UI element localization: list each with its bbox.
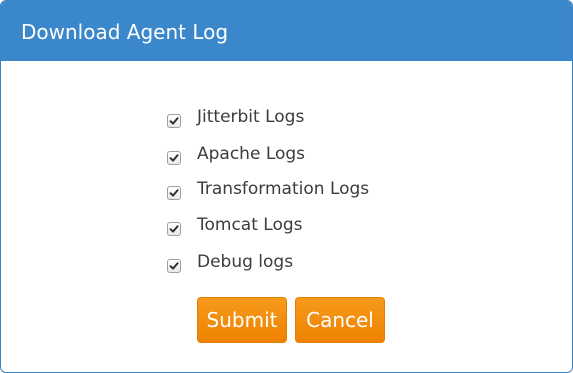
option-tomcat-logs[interactable]: Tomcat Logs [167, 211, 303, 239]
checkmark-icon [169, 117, 179, 125]
option-label: Tomcat Logs [197, 215, 303, 235]
checkmark-icon [169, 225, 179, 233]
option-label: Jitterbit Logs [197, 107, 305, 127]
option-label: Debug logs [197, 252, 294, 272]
option-debug-logs[interactable]: Debug logs [167, 248, 293, 276]
checkmark-icon [169, 262, 179, 270]
option-jitterbit-logs[interactable]: Jitterbit Logs [167, 103, 304, 131]
jitterbit-logs-checkbox[interactable] [167, 114, 181, 128]
debug-logs-checkbox[interactable] [167, 259, 181, 273]
transformation-logs-checkbox[interactable] [167, 186, 181, 200]
option-label: Transformation Logs [197, 179, 370, 199]
download-agent-log-dialog: Download Agent Log Jitterbit Logs Apache… [0, 0, 573, 373]
cancel-button[interactable]: Cancel [295, 297, 385, 343]
option-transformation-logs[interactable]: Transformation Logs [167, 175, 369, 203]
option-label: Apache Logs [197, 144, 306, 164]
checkmark-icon [169, 154, 179, 162]
option-apache-logs[interactable]: Apache Logs [167, 140, 305, 168]
submit-button[interactable]: Submit [197, 297, 287, 343]
checkmark-icon [169, 189, 179, 197]
apache-logs-checkbox[interactable] [167, 151, 181, 165]
tomcat-logs-checkbox[interactable] [167, 222, 181, 236]
